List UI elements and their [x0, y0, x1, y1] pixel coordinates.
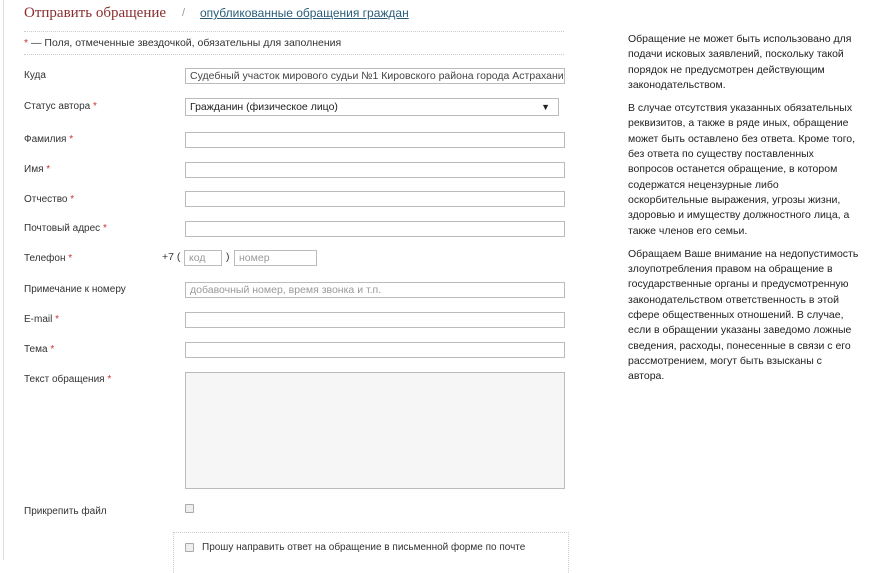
text-label: Текст обращения *: [24, 374, 112, 385]
attach-label: Прикрепить файл: [24, 506, 107, 517]
email-label: E-mail *: [24, 314, 60, 325]
last-name-label: Фамилия *: [24, 134, 74, 145]
breadcrumb-separator: /: [182, 7, 186, 19]
author-status-select[interactable]: Гражданин (физическое лицо) ▼: [185, 98, 559, 116]
email-input[interactable]: [185, 312, 565, 328]
last-name-input[interactable]: [185, 132, 565, 148]
info-paragraph: Обращение не может быть использовано для…: [628, 33, 852, 91]
required-note-text: — Поля, отмеченные звездочкой, обязатель…: [28, 37, 342, 49]
page-title: Отправить обращение: [24, 5, 167, 21]
subject-label: Тема *: [24, 344, 55, 355]
subject-input[interactable]: [185, 342, 565, 358]
phone-paren: ): [226, 251, 230, 263]
phone-label: Телефон *: [24, 253, 73, 264]
info-paragraph: В случае отсутствия указанных обязательн…: [628, 102, 856, 237]
phone-prefix: +7 (: [162, 251, 181, 263]
dropdown-arrow-icon: ▼: [541, 102, 550, 112]
published-appeals-link[interactable]: опубликованные обращения граждан: [200, 6, 409, 20]
info-sidebar: Обращение не может быть использовано для…: [628, 32, 860, 393]
author-status-label: Статус автора *: [24, 101, 97, 112]
mail-reply-label: Прошу направить ответ на обращение в пис…: [202, 542, 526, 553]
text-textarea[interactable]: [185, 372, 565, 489]
first-name-input[interactable]: [185, 162, 565, 178]
left-border: [3, 0, 4, 560]
phone-note-label: Примечание к номеру: [24, 284, 126, 295]
divider: [24, 31, 564, 32]
divider: [24, 54, 564, 55]
attach-checkbox[interactable]: [185, 504, 194, 513]
patronymic-label: Отчество *: [24, 194, 75, 205]
patronymic-input[interactable]: [185, 191, 565, 207]
phone-note-input[interactable]: добавочный номер, время звонка и т.п.: [185, 282, 565, 298]
info-paragraph: Обращаем Ваше внимание на недопустимость…: [628, 247, 859, 383]
phone-code-input[interactable]: код: [184, 250, 222, 266]
to-label: Куда: [24, 70, 46, 81]
mail-reply-checkbox[interactable]: [185, 543, 194, 552]
first-name-label: Имя *: [24, 164, 51, 175]
to-field[interactable]: Судебный участок мирового судьи №1 Киров…: [185, 68, 565, 84]
address-input[interactable]: [185, 221, 565, 237]
required-note: * — Поля, отмеченные звездочкой, обязате…: [24, 37, 341, 49]
phone-number-input[interactable]: номер: [234, 250, 317, 266]
address-label: Почтовый адрес *: [24, 223, 107, 234]
